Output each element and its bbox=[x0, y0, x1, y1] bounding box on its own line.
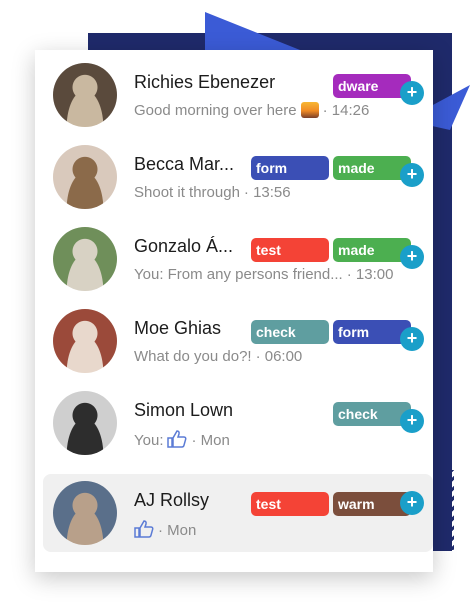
thumbs-up-icon bbox=[134, 520, 154, 542]
conversation-row[interactable]: Richies Ebenezer Good morning over here · … bbox=[43, 56, 433, 134]
conversation-row[interactable]: Moe Ghias What do you do?! · 06:00 check for… bbox=[43, 302, 433, 380]
thumbs-up-icon bbox=[167, 430, 187, 452]
tag-check[interactable]: check bbox=[251, 320, 329, 344]
message-time: · 13:00 bbox=[346, 266, 394, 283]
message-time: · 14:26 bbox=[322, 102, 370, 119]
avatar[interactable] bbox=[53, 63, 117, 127]
contact-name: Moe Ghias bbox=[134, 318, 222, 338]
conversation-list: Richies Ebenezer Good morning over here · … bbox=[35, 50, 433, 572]
contact-name: Richies Ebenezer bbox=[134, 72, 276, 92]
snippet-text: Shoot it through bbox=[134, 184, 240, 201]
avatar[interactable] bbox=[53, 145, 117, 209]
message-snippet: Good morning over here · 14:26 bbox=[134, 102, 369, 119]
contact-name: Gonzalo Á... bbox=[134, 236, 234, 256]
message-snippet: What do you do?! · 06:00 bbox=[134, 348, 302, 365]
tag-form[interactable]: form bbox=[251, 156, 329, 180]
add-tag-button[interactable]: + bbox=[400, 245, 424, 269]
conversation-row[interactable]: Gonzalo Á... You: From any persons friend… bbox=[43, 220, 433, 298]
message-time: · Mon bbox=[158, 522, 197, 539]
message-time: · 06:00 bbox=[255, 348, 303, 365]
snippet-text: Good morning over here bbox=[134, 102, 297, 119]
conversation-row[interactable]: Becca Mar... Shoot it through · 13:56 form m… bbox=[43, 138, 433, 216]
message-snippet: You: · Mon bbox=[134, 430, 230, 452]
snippet-text: You: bbox=[134, 432, 164, 449]
message-time: · Mon bbox=[191, 432, 230, 449]
conversation-row[interactable]: AJ Rollsy · Mon test warm bbox=[43, 474, 433, 552]
avatar[interactable] bbox=[53, 309, 117, 373]
avatar[interactable] bbox=[53, 391, 117, 455]
tag-test[interactable]: test bbox=[251, 492, 329, 516]
add-tag-button[interactable]: + bbox=[400, 327, 424, 351]
contact-name: Becca Mar... bbox=[134, 154, 235, 174]
message-time: · 13:56 bbox=[243, 184, 291, 201]
add-tag-button[interactable]: + bbox=[400, 491, 424, 515]
message-snippet: You: From any persons friend... · 13:00 bbox=[134, 266, 393, 283]
contact-name: AJ Rollsy bbox=[134, 490, 210, 510]
message-snippet: · Mon bbox=[134, 520, 196, 542]
sunset-emoji-icon bbox=[300, 102, 319, 118]
add-tag-button[interactable]: + bbox=[400, 81, 424, 105]
snippet-text: What do you do?! bbox=[134, 348, 252, 365]
add-tag-button[interactable]: + bbox=[400, 409, 424, 433]
contact-name: Simon Lown bbox=[134, 400, 234, 420]
tag-test[interactable]: test bbox=[251, 238, 329, 262]
add-tag-button[interactable]: + bbox=[400, 163, 424, 187]
avatar[interactable] bbox=[53, 227, 117, 291]
message-snippet: Shoot it through · 13:56 bbox=[134, 184, 291, 201]
avatar[interactable] bbox=[53, 481, 117, 545]
conversation-row[interactable]: Simon Lown You: · Mon check bbox=[43, 384, 433, 462]
snippet-text: You: From any persons friend... bbox=[134, 266, 343, 283]
